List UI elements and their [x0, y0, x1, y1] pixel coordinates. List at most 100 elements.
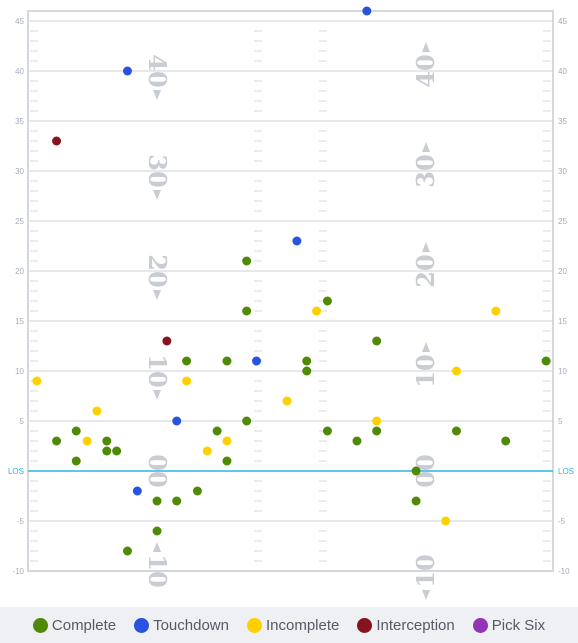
- field-arrow-icon: [153, 190, 161, 200]
- point-complete: [152, 496, 162, 506]
- legend-item-pick-six[interactable]: Pick Six: [472, 616, 546, 634]
- legend-item-incomplete[interactable]: Incomplete: [246, 616, 340, 634]
- y-tick-label-right: 25: [558, 217, 567, 226]
- legend-item-touchdown[interactable]: Touchdown: [134, 617, 229, 634]
- field-number-text: 00: [143, 454, 172, 487]
- y-tick-label-left: 10: [15, 367, 24, 376]
- y-tick-label-right: 35: [558, 117, 567, 126]
- point-complete: [352, 436, 362, 446]
- y-tick-label-left: 25: [15, 217, 24, 226]
- field-number: 10: [411, 554, 440, 600]
- point-incomplete: [92, 406, 102, 416]
- point-interception: [162, 336, 172, 346]
- legend-item-interception[interactable]: Interception: [357, 616, 455, 634]
- y-tick-label-left: LOS: [8, 467, 24, 476]
- y-tick-label-left: 30: [15, 167, 24, 176]
- point-complete: [222, 356, 232, 366]
- point-touchdown: [122, 66, 132, 76]
- point-touchdown: [172, 416, 182, 426]
- y-tick-label-right: 10: [558, 367, 567, 376]
- field-number: 10: [411, 342, 440, 388]
- y-tick-label-right: 15: [558, 317, 567, 326]
- point-complete: [302, 366, 312, 376]
- legend-item-complete[interactable]: Complete: [32, 617, 116, 634]
- point-complete: [71, 456, 81, 466]
- field-number: 20: [143, 254, 172, 300]
- point-incomplete: [312, 306, 322, 316]
- field-number-text: 20: [143, 254, 172, 287]
- point-complete: [322, 296, 332, 306]
- y-tick-label-right: -5: [558, 517, 566, 526]
- legend: Complete Touchdown Incomplete Interception P…: [0, 607, 578, 643]
- legend-marker-icon: [32, 617, 48, 633]
- field-arrow-icon: [422, 342, 430, 352]
- point-complete: [182, 356, 192, 366]
- point-incomplete: [491, 306, 501, 316]
- point-incomplete: [441, 516, 451, 526]
- point-complete: [172, 496, 182, 506]
- point-complete: [102, 436, 112, 446]
- point-complete: [411, 496, 421, 506]
- field-arrow-icon: [153, 290, 161, 300]
- y-tick-label-right: 20: [558, 267, 567, 276]
- field-arrow-icon: [422, 142, 430, 152]
- field-number: 30: [411, 142, 440, 188]
- field-number: 40: [411, 42, 440, 88]
- y-tick-label-left: 40: [15, 67, 24, 76]
- y-tick-label-left: -10: [12, 567, 24, 576]
- field-arrow-icon: [153, 90, 161, 100]
- legend-marker-icon: [472, 617, 488, 633]
- field-number-text: 10: [143, 554, 172, 587]
- point-complete: [152, 526, 162, 536]
- point-incomplete: [32, 376, 42, 386]
- field-number: 10: [143, 542, 172, 588]
- y-tick-label-left: 15: [15, 317, 24, 326]
- point-complete: [541, 356, 551, 366]
- point-complete: [302, 356, 312, 366]
- point-complete: [322, 426, 332, 436]
- y-tick-label-left: 20: [15, 267, 24, 276]
- y-tick-label-right: 40: [558, 67, 567, 76]
- legend-label: Pick Six: [491, 616, 546, 634]
- field-number-text: 30: [143, 154, 172, 187]
- point-interception: [52, 136, 62, 146]
- point-incomplete: [202, 446, 212, 456]
- field-number: 10: [143, 354, 172, 400]
- point-complete: [372, 426, 382, 436]
- point-complete: [242, 256, 252, 266]
- point-incomplete: [222, 436, 232, 446]
- y-tick-label-left: -5: [17, 517, 25, 526]
- y-tick-label-right: 45: [558, 17, 567, 26]
- point-complete: [501, 436, 511, 446]
- field-number-text: 40: [143, 54, 172, 87]
- legend-marker-icon: [246, 617, 262, 633]
- legend-label: Incomplete: [265, 616, 340, 634]
- y-tick-label-left: 35: [15, 117, 24, 126]
- point-incomplete: [182, 376, 192, 386]
- point-complete: [122, 546, 132, 556]
- legend-label: Interception: [376, 616, 455, 634]
- field-arrow-icon: [153, 390, 161, 400]
- y-tick-label-left: 5: [20, 417, 25, 426]
- field-arrow-icon: [422, 242, 430, 252]
- point-complete: [212, 426, 222, 436]
- field-number: 00: [143, 454, 172, 487]
- y-tick-label-right: LOS: [558, 467, 574, 476]
- field-number-text: 20: [411, 254, 440, 287]
- point-complete: [242, 306, 252, 316]
- point-incomplete: [82, 436, 92, 446]
- field-border: [27, 10, 554, 572]
- legend-marker-icon: [357, 617, 373, 633]
- y-tick-label-right: 5: [558, 417, 563, 426]
- point-complete: [222, 456, 232, 466]
- field-arrow-icon: [422, 42, 430, 52]
- field-number: 30: [143, 154, 172, 200]
- legend-marker-icon: [134, 617, 150, 633]
- field-number-text: 10: [411, 354, 440, 387]
- y-tick-label-right: -10: [558, 567, 570, 576]
- point-touchdown: [252, 356, 262, 366]
- point-complete: [71, 426, 81, 436]
- point-touchdown: [132, 486, 142, 496]
- field-number-text: 10: [143, 354, 172, 387]
- point-incomplete: [372, 416, 382, 426]
